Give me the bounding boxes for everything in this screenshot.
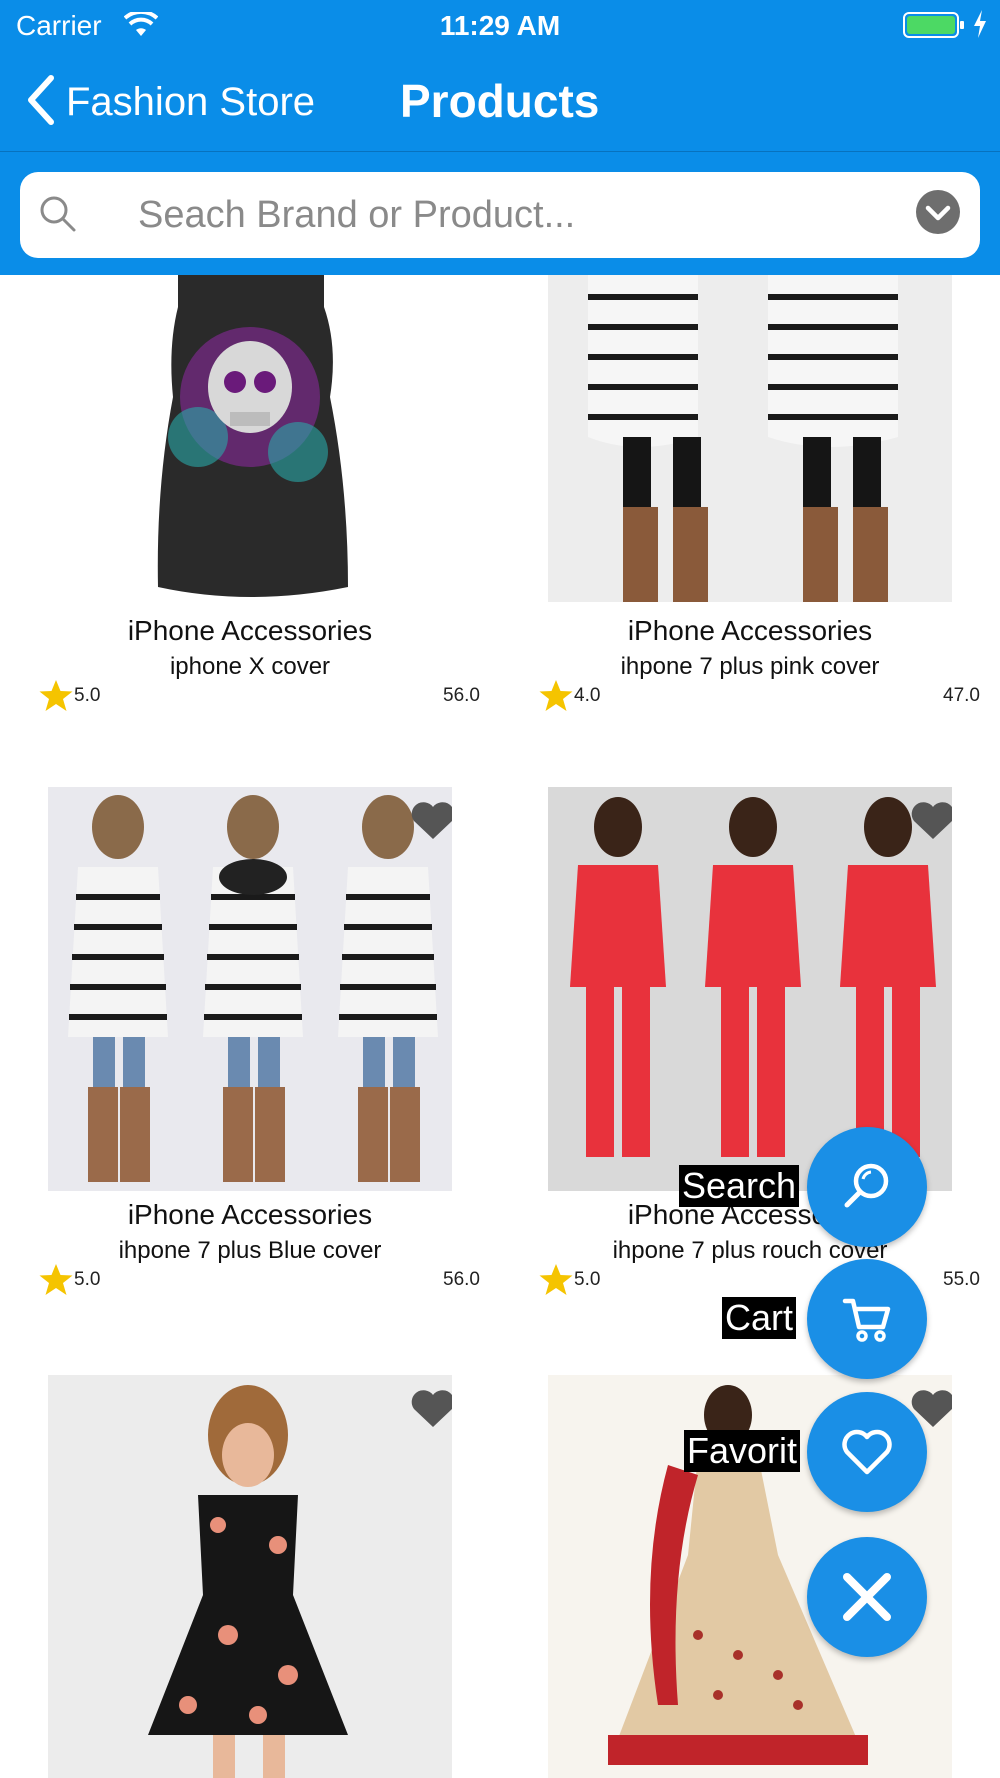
star-icon (539, 680, 573, 711)
rating-value: 5.0 (74, 1269, 101, 1290)
heart-icon[interactable] (410, 1389, 452, 1434)
product-image (48, 275, 452, 602)
search-icon (844, 1163, 889, 1208)
product-card[interactable]: iPhone Accessories ihpone 7 plus Blue co… (20, 787, 500, 1295)
product-rating: 5.0 (38, 679, 100, 713)
cart-fab-button[interactable] (807, 1259, 927, 1379)
charging-icon (972, 8, 988, 47)
search-icon (38, 194, 78, 239)
search-input[interactable] (138, 184, 918, 246)
rating-value: 4.0 (574, 685, 601, 706)
status-time: 11:29 AM (439, 10, 561, 41)
product-card[interactable]: iPhone Accessories ihpone 7 plus pink co… (520, 275, 1000, 715)
product-image (548, 787, 952, 1191)
back-label: Fashion Store (66, 79, 316, 124)
product-price: 56.0 (443, 685, 480, 706)
back-button[interactable]: Fashion Store (26, 74, 315, 130)
nav-bar: Fashion Store Products (0, 52, 1000, 152)
star-icon (39, 680, 73, 711)
product-rating: 4.0 (538, 679, 600, 713)
heart-icon[interactable] (410, 801, 452, 846)
status-bar: Carrier 11:29 AM (0, 0, 1000, 52)
product-image (48, 1375, 452, 1778)
product-category: iPhone Accessories (127, 615, 373, 646)
heart-outline-icon (842, 1429, 892, 1475)
fab-search-label: Search (679, 1165, 800, 1207)
dropdown-button[interactable] (916, 190, 960, 234)
fab-cart-label: Cart (722, 1297, 797, 1339)
product-image (548, 275, 952, 602)
battery-icon (903, 10, 965, 47)
product-price: 56.0 (443, 1269, 480, 1290)
search-fab-button[interactable] (807, 1127, 927, 1247)
product-name: ihpone 7 plus Blue cover (118, 1237, 382, 1264)
rating-value: 5.0 (74, 685, 101, 706)
fab-favorite-label: Favorit (684, 1430, 801, 1472)
product-rating: 5.0 (38, 1263, 100, 1297)
close-fab-button[interactable] (807, 1537, 927, 1657)
product-card[interactable]: iPhone Accessories iphone X cover 5.0 56… (20, 275, 500, 715)
product-price: 47.0 (943, 685, 980, 706)
product-name: ihpone 7 plus rouch cover (612, 1237, 888, 1264)
product-category: iPhone Accessories (127, 1199, 373, 1230)
product-rating: 5.0 (538, 1263, 600, 1297)
product-name: ihpone 7 plus pink cover (620, 653, 880, 680)
favorite-fab-button[interactable] (807, 1392, 927, 1512)
product-name: iphone X cover (169, 653, 331, 680)
star-icon (539, 1264, 573, 1295)
page-title: Products (400, 75, 600, 127)
close-icon (843, 1573, 891, 1621)
cart-icon (842, 1298, 891, 1342)
star-icon (39, 1264, 73, 1295)
chevron-left-icon (26, 74, 56, 131)
rating-value: 5.0 (574, 1269, 601, 1290)
heart-icon[interactable] (910, 801, 952, 846)
search-bar (20, 172, 980, 258)
chevron-down-icon (925, 205, 951, 221)
product-card[interactable] (20, 1375, 500, 1778)
product-category: iPhone Accessories (627, 615, 873, 646)
product-image (48, 787, 452, 1191)
header: Carrier 11:29 AM Fashion Store Products (0, 0, 1000, 275)
